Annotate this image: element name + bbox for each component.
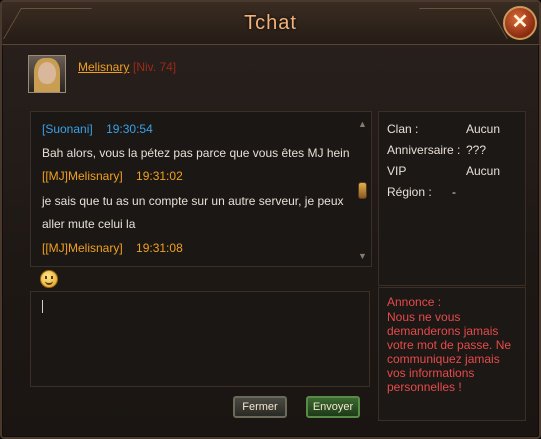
region-value: - xyxy=(452,185,456,199)
message-time: 19:31:02 xyxy=(136,169,183,183)
close-icon[interactable]: ✕ xyxy=(503,6,537,40)
message-text-line: aller mute celui la xyxy=(42,217,136,231)
emoji-icon[interactable] xyxy=(40,270,58,288)
chat-scrollbar[interactable]: ▲ ▼ xyxy=(357,119,367,261)
region-label: Région : xyxy=(387,185,432,199)
message-header: [Suonani] 19:30:54 xyxy=(42,122,153,136)
avatar[interactable] xyxy=(28,55,66,93)
anniversaire-label: Anniversaire : xyxy=(387,143,461,157)
title-bar[interactable]: Tchat xyxy=(2,2,539,45)
message-time: 19:30:54 xyxy=(106,122,153,136)
message-text: Bah alors, vous la pétez pas parce que v… xyxy=(42,146,350,160)
notice-title: Annonce : xyxy=(387,295,442,309)
message-sender[interactable]: [Suonani] xyxy=(42,122,93,136)
chat-history[interactable]: [Suonani] 19:30:54 Bah alors, vous la pé… xyxy=(30,111,372,267)
chat-window: Tchat ✕ Melisnary [Niv. 74] [Suonani] 19… xyxy=(0,0,541,439)
window-title: Tchat xyxy=(244,12,297,34)
text-caret xyxy=(42,300,43,313)
notice-text: Nous ne vous demanderons jamais votre mo… xyxy=(387,310,512,394)
user-level: [Niv. 74] xyxy=(133,60,177,74)
close-button[interactable]: Fermer xyxy=(233,396,287,418)
avatar-face xyxy=(38,62,56,84)
clan-label: Clan : xyxy=(387,122,419,136)
message-time: 19:31:08 xyxy=(136,241,183,255)
send-button[interactable]: Envoyer xyxy=(306,396,360,418)
notice-panel: Annonce : Nous ne vous demanderons jamai… xyxy=(378,287,526,421)
message-header: [[MJ]Melisnary] 19:31:08 xyxy=(42,241,183,255)
clan-value: Aucun xyxy=(466,122,501,136)
scroll-down-icon[interactable]: ▼ xyxy=(358,251,367,261)
scroll-up-icon[interactable]: ▲ xyxy=(358,119,367,129)
vip-value: Aucun xyxy=(466,164,501,178)
username-link[interactable]: Melisnary xyxy=(78,60,129,74)
player-info-panel: Clan : Aucun Anniversaire : ??? VIP Aucu… xyxy=(378,111,526,286)
message-sender[interactable]: [[MJ]Melisnary] xyxy=(42,169,123,183)
message-sender[interactable]: [[MJ]Melisnary] xyxy=(42,241,123,255)
anniversaire-value: ??? xyxy=(466,143,487,157)
vip-label: VIP xyxy=(387,164,407,178)
message-header: [[MJ]Melisnary] 19:31:02 xyxy=(42,169,183,183)
scroll-thumb[interactable] xyxy=(358,182,367,199)
message-text-line: je sais que tu as un compte sur un autre… xyxy=(42,194,344,208)
message-input[interactable] xyxy=(30,291,370,387)
